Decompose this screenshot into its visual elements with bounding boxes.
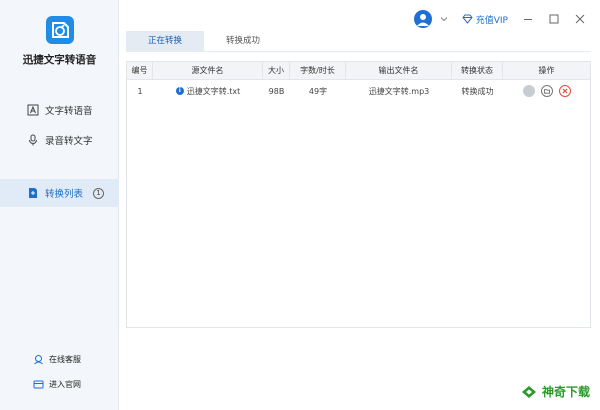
app-title: 迅捷文字转语音 — [22, 54, 97, 66]
tab-divider — [126, 51, 591, 52]
website-link[interactable]: 进入官网 — [33, 379, 81, 390]
sidebar: 迅捷文字转语音 文字转语音 录音转文字 转换列表 1 在线客服 进入官网 — [0, 0, 119, 410]
app-logo-icon — [46, 16, 74, 44]
table-header: 编号 源文件名 大小 字数/时长 输出文件名 转换状态 操作 — [127, 62, 590, 80]
customer-service-link[interactable]: 在线客服 — [33, 354, 81, 365]
row-status: 转换成功 — [461, 86, 494, 96]
website-label: 进入官网 — [49, 380, 81, 389]
sidebar-item-label: 转换列表 — [45, 189, 84, 200]
vip-button[interactable]: 充值VIP — [462, 13, 508, 26]
sidebar-item-convert-list[interactable]: 转换列表 1 — [0, 179, 119, 207]
tab-bar: 正在转换 转换成功 — [126, 31, 282, 51]
minimize-icon[interactable] — [522, 13, 534, 25]
tab-converting[interactable]: 正在转换 — [126, 31, 204, 51]
vip-label: 充值VIP — [475, 15, 508, 26]
chevron-down-icon[interactable] — [440, 15, 448, 23]
diamond-icon — [462, 14, 473, 24]
row-output: 迅捷文字转.mp3 — [368, 86, 430, 96]
row-source: i 迅捷文字转.txt — [153, 86, 263, 97]
watermark-logo: 神奇下载 — [520, 383, 590, 400]
customer-service-icon — [34, 355, 43, 365]
row-length: 49字 — [308, 86, 328, 96]
column-header-source: 源文件名 — [153, 62, 263, 79]
watermark-icon — [521, 385, 536, 398]
sidebar-item-recording-to-text[interactable]: 录音转文字 — [0, 127, 119, 153]
status-badge: 1 — [93, 187, 105, 199]
close-icon[interactable] — [574, 13, 586, 25]
delete-icon[interactable] — [558, 85, 571, 97]
column-header-size: 大小 — [263, 62, 290, 79]
source-filename: 迅捷文字转.txt — [186, 86, 241, 96]
microphone-icon — [29, 134, 37, 146]
user-avatar[interactable] — [413, 10, 432, 28]
maximize-icon[interactable] — [548, 13, 560, 25]
table-row[interactable]: 1 i 迅捷文字转.txt 98B 49字 迅捷文字转.mp3 转换成功 — [127, 80, 590, 102]
row-actions — [503, 85, 590, 97]
row-index: 1 — [137, 86, 143, 96]
sidebar-item-label: 录音转文字 — [45, 136, 93, 147]
row-size: 98B — [268, 86, 285, 96]
watermark-text: 神奇下载 — [541, 385, 590, 399]
column-header-status: 转换状态 — [452, 62, 503, 79]
user-icon — [416, 14, 429, 26]
customer-service-label: 在线客服 — [49, 355, 81, 364]
convert-list-icon — [29, 188, 37, 198]
sidebar-item-label: 文字转语音 — [45, 106, 93, 117]
play-icon[interactable] — [522, 85, 535, 97]
sidebar-item-text-to-speech[interactable]: 文字转语音 — [0, 97, 119, 123]
folder-icon[interactable] — [540, 85, 553, 97]
column-header-index: 编号 — [127, 62, 153, 79]
column-header-actions: 操作 — [538, 66, 555, 75]
website-icon — [33, 380, 44, 389]
info-icon: i — [175, 87, 184, 95]
text-to-speech-icon — [27, 104, 39, 116]
column-header-output: 输出文件名 — [346, 62, 452, 79]
window-controls: 充值VIP — [413, 9, 586, 29]
column-header-length: 字数/时长 — [290, 62, 346, 79]
tab-converted[interactable]: 转换成功 — [204, 31, 282, 51]
convert-table: 编号 源文件名 大小 字数/时长 输出文件名 转换状态 操作 1 i 迅捷文字转… — [126, 61, 591, 328]
